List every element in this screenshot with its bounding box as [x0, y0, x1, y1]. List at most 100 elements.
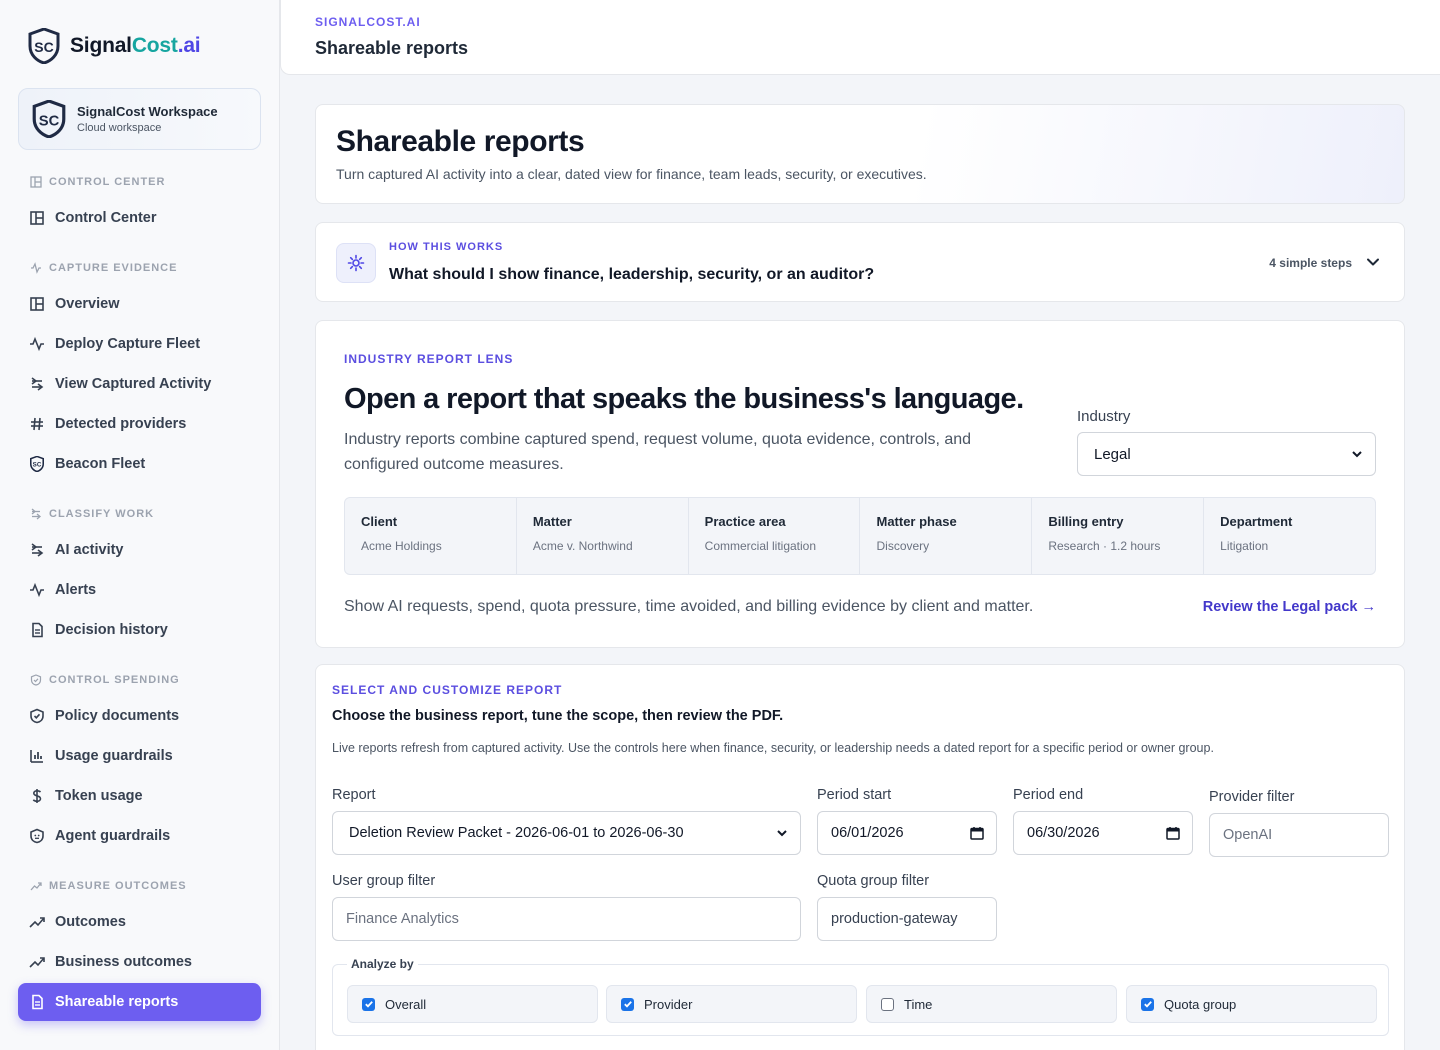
customize-label: SELECT AND CUSTOMIZE REPORT [332, 683, 563, 697]
sidebar-item-view-captured-activity[interactable]: View Captured Activity [18, 365, 261, 403]
sidebar-item-ai-activity[interactable]: AI activity [18, 531, 261, 569]
document-icon [32, 994, 43, 1010]
period-start-label: Period start [817, 787, 892, 803]
facet-matter-phase: Matter phase Discovery [860, 498, 1033, 574]
hash-icon [31, 417, 43, 431]
checkbox-checked[interactable] [362, 997, 375, 1011]
svg-text:SC: SC [39, 113, 60, 129]
shield-check-icon [30, 674, 42, 686]
section-classify-work: CLASSIFY WORK [30, 508, 154, 520]
workspace-shield-icon: SC [32, 100, 66, 138]
provider-filter-label: Provider filter [1209, 789, 1295, 805]
select-customize-report: SELECT AND CUSTOMIZE REPORT Choose the b… [315, 664, 1405, 1050]
svg-text:SC: SC [33, 462, 42, 469]
dollar-icon [32, 789, 42, 803]
checkbox-checked[interactable] [621, 997, 634, 1011]
period-end-input[interactable]: 06/30/2026 [1013, 811, 1193, 855]
facet-practice-area: Practice area Commercial litigation [689, 498, 861, 574]
section-measure-outcomes: MEASURE OUTCOMES [30, 880, 187, 892]
brand-name: SignalCost.ai [70, 34, 201, 57]
activity-icon [30, 582, 44, 598]
quota-group-filter-input[interactable]: production-gateway [817, 897, 997, 941]
period-end-label: Period end [1013, 787, 1084, 803]
layout-icon [30, 176, 42, 188]
trending-up-icon [30, 882, 42, 891]
chevron-down-icon [1352, 451, 1362, 458]
workspace-title: SignalCost Workspace [77, 104, 218, 119]
breadcrumb[interactable]: SIGNALCOST.AI [315, 15, 421, 29]
top-header: SIGNALCOST.AI Shareable reports [280, 0, 1440, 75]
sidebar-item-control-center[interactable]: Control Center [18, 199, 261, 237]
how-this-works-label: HOW THIS WORKS [389, 241, 504, 253]
review-legal-pack-link[interactable]: Review the Legal pack → [1203, 599, 1376, 615]
trending-up-icon [29, 917, 45, 928]
shield-logo-icon: SC [30, 456, 44, 472]
section-control-spending: CONTROL SPENDING [30, 674, 180, 686]
facet-matter: Matter Acme v. Northwind [517, 498, 689, 574]
checkbox-checked[interactable] [1141, 997, 1154, 1011]
page-title: Shareable reports [315, 38, 469, 58]
section-control-center: CONTROL CENTER [30, 176, 165, 188]
facet-department: Department Litigation [1220, 514, 1293, 553]
period-start-input[interactable]: 06/01/2026 [817, 811, 997, 855]
calendar-icon[interactable] [1166, 826, 1180, 840]
analyze-option-provider[interactable]: Provider [606, 985, 857, 1023]
user-group-filter-input[interactable]: Finance Analytics [332, 897, 801, 941]
sidebar-item-alerts[interactable]: Alerts [18, 571, 261, 609]
user-group-filter-label: User group filter [332, 873, 436, 889]
report-label: Report [332, 787, 376, 803]
industry-report-lens: INDUSTRY REPORT LENS Open a report that … [315, 320, 1405, 648]
arrows-icon [31, 377, 44, 391]
lens-footer: Show AI requests, spend, quota pressure,… [344, 598, 1034, 615]
workspace-subtitle: Cloud workspace [77, 122, 162, 134]
customize-description: Live reports refresh from captured activ… [332, 741, 1214, 755]
sidebar-item-policy-documents[interactable]: Policy documents [18, 697, 261, 735]
calendar-icon[interactable] [970, 826, 984, 840]
sidebar-item-beacon-fleet[interactable]: SC Beacon Fleet [18, 445, 261, 483]
sparkle-icon [336, 243, 376, 283]
sidebar-item-deploy-capture-fleet[interactable]: Deploy Capture Fleet [18, 325, 261, 363]
analyze-by-title: Analyze by [347, 957, 418, 971]
brand-logo[interactable]: SC SignalCost.ai [28, 28, 201, 64]
workspace-switcher[interactable]: SC SignalCost Workspace Cloud workspace [18, 88, 261, 150]
checkbox-unchecked[interactable] [881, 997, 894, 1011]
sidebar-item-overview[interactable]: Overview [18, 285, 261, 323]
chevron-down-icon[interactable] [1364, 253, 1382, 271]
sidebar-item-agent-guardrails[interactable]: Agent guardrails [18, 817, 261, 855]
analyze-option-quota-group[interactable]: Quota group [1126, 985, 1377, 1023]
industry-facets: Client Acme Holdings Matter Acme v. Northw… [344, 497, 1376, 575]
analyze-option-overall[interactable]: Overall [347, 985, 598, 1023]
hero-title: Shareable reports [336, 125, 585, 158]
sidebar-item-outcomes[interactable]: Outcomes [18, 903, 261, 941]
sidebar-item-detected-providers[interactable]: Detected providers [18, 405, 261, 443]
customize-title: Choose the business report, tune the sco… [332, 708, 784, 724]
hero-card: Shareable reports Turn captured AI activ… [315, 104, 1405, 204]
sidebar-item-token-usage[interactable]: Token usage [18, 777, 261, 815]
sidebar-item-shareable-reports[interactable]: Shareable reports [18, 983, 261, 1021]
bot-shield-icon [30, 828, 44, 844]
report-select[interactable]: Deletion Review Packet - 2026-06-01 to 2… [332, 811, 801, 855]
lens-label: INDUSTRY REPORT LENS [344, 352, 514, 366]
sidebar-item-business-outcomes[interactable]: Business outcomes [18, 943, 261, 981]
activity-icon [30, 336, 44, 352]
arrows-icon [31, 508, 42, 520]
activity-icon [31, 262, 41, 274]
layout-icon [30, 211, 44, 225]
steps-count: 4 simple steps [1269, 256, 1352, 270]
lens-title: Open a report that speaks the business's… [344, 383, 1024, 415]
how-this-works-question: What should I show finance, leadership, … [389, 266, 875, 283]
quota-group-filter-label: Quota group filter [817, 873, 930, 889]
provider-filter-input[interactable]: OpenAI [1209, 813, 1389, 857]
shield-check-icon [30, 708, 44, 724]
layout-icon [30, 297, 44, 311]
chevron-down-icon [777, 830, 787, 837]
sidebar-item-usage-guardrails[interactable]: Usage guardrails [18, 737, 261, 775]
section-capture-evidence: CAPTURE EVIDENCE [30, 262, 177, 274]
how-this-works-accordion[interactable]: HOW THIS WORKS What should I show financ… [315, 222, 1405, 302]
document-icon [32, 622, 43, 638]
analyze-option-time[interactable]: Time [866, 985, 1117, 1023]
shield-logo-icon: SC [28, 28, 60, 64]
industry-select[interactable]: Legal [1077, 432, 1376, 476]
analyze-by-group: Analyze by Overall Provider Time Quota g… [332, 957, 1389, 1036]
sidebar-item-decision-history[interactable]: Decision history [18, 611, 261, 649]
